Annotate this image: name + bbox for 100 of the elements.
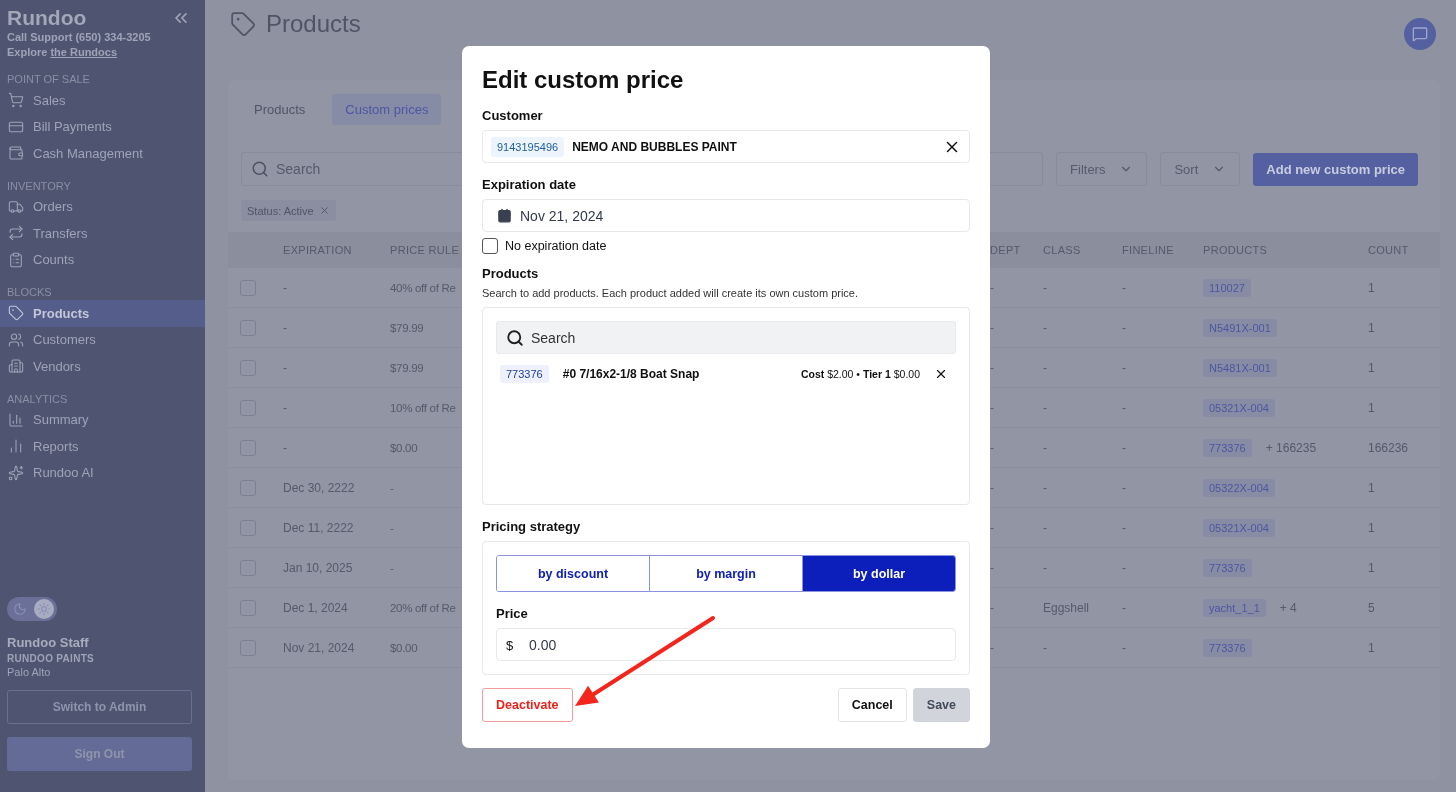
table-cell: -: [1122, 640, 1126, 655]
table-cell: Jan 10, 2025: [283, 560, 353, 575]
product-tag: yacht_1_1: [1203, 598, 1266, 617]
table-cell: -: [390, 521, 394, 534]
date-field[interactable]: Nov 21, 2024: [482, 199, 970, 232]
more-count: + 4: [1279, 600, 1297, 615]
table-cell: -: [990, 640, 994, 655]
table-cell: 5: [1368, 600, 1375, 615]
table-cell: -: [1122, 400, 1126, 415]
table-cell: -: [283, 280, 287, 295]
table-cell: 1: [1368, 280, 1375, 295]
table-cell: -: [283, 320, 287, 335]
nav-icon: [8, 92, 24, 109]
explore-text: Explore: [7, 46, 48, 58]
customer-name: NEMO AND BUBBLES PAINT: [572, 139, 738, 154]
docs-link[interactable]: the Rundocs: [50, 46, 118, 58]
add-button[interactable]: Add new custom price: [1253, 152, 1418, 186]
nav-icon: [8, 358, 24, 375]
nav-item[interactable]: Orders: [0, 193, 205, 220]
moon-icon: [13, 602, 27, 616]
table-cell: -: [990, 280, 994, 295]
theme-toggle[interactable]: [7, 597, 57, 621]
nav-icon: [8, 438, 24, 455]
nav-icon: [8, 464, 24, 481]
table-cell: 166236: [1368, 440, 1409, 455]
table-cell: -: [1043, 640, 1047, 655]
table-cell: -: [1043, 320, 1047, 335]
customer-id: 9143195496: [491, 136, 565, 157]
nav-item[interactable]: Bill Payments: [0, 113, 205, 140]
remove-icon[interactable]: [934, 367, 948, 381]
product-tag: 773376: [1203, 438, 1252, 457]
table-cell: -: [283, 440, 287, 455]
chat-button[interactable]: [1404, 18, 1436, 50]
product-tag: N5491X-001: [1203, 318, 1277, 337]
filter-chip[interactable]: Status: Active: [241, 200, 336, 221]
section-title: ANALYTICS: [6, 391, 69, 407]
switch-button[interactable]: Switch to Admin: [7, 690, 192, 724]
checkbox[interactable]: [482, 238, 498, 254]
nav-item[interactable]: Customers: [0, 326, 205, 353]
tag-icon: [230, 11, 256, 37]
table-cell: Eggshell: [1043, 600, 1090, 615]
table-cell: -: [1122, 440, 1126, 455]
brand-logo: Rundoo: [7, 6, 87, 30]
table-cell: -: [283, 400, 287, 415]
table-cell: -: [1122, 560, 1126, 575]
product-tag: 773376: [1203, 638, 1252, 657]
filters-button[interactable]: Filters: [1056, 152, 1148, 186]
table-cell: 40% off of Re: [390, 281, 456, 294]
chat-icon: [1412, 26, 1428, 42]
page-title: Products: [266, 10, 361, 38]
save-button[interactable]: Save: [912, 688, 970, 722]
table-cell: -: [990, 320, 994, 335]
product-name: #0 7/16x2-1/8 Boat Snap: [562, 367, 701, 381]
sort-button[interactable]: Sort: [1160, 152, 1241, 186]
strategy-option[interactable]: by dollar: [802, 556, 955, 591]
product-pricing: Cost $2.00 • Tier 1 $0.00: [800, 368, 920, 380]
search-icon: [506, 328, 524, 347]
product-tag: 05322X-004: [1203, 478, 1275, 497]
nav-item[interactable]: Counts: [0, 246, 205, 273]
tab[interactable]: Custom prices: [332, 94, 442, 125]
table-cell: -: [1122, 520, 1126, 535]
user-name: Rundoo Staff: [7, 635, 90, 650]
nav-item[interactable]: Cash Management: [0, 140, 205, 167]
table-cell: -: [990, 560, 994, 575]
nav-item[interactable]: Transfers: [0, 220, 205, 247]
nav-item[interactable]: Sales: [0, 87, 205, 114]
field-label: Products: [482, 266, 540, 281]
nav-item[interactable]: Rundoo AI: [0, 459, 205, 486]
nav-icon: [8, 198, 24, 215]
table-cell: -: [390, 561, 394, 574]
nav-item[interactable]: Summary: [0, 406, 205, 433]
table-cell: -: [1122, 480, 1126, 495]
date-value: Nov 21, 2024: [520, 207, 604, 224]
customer-field[interactable]: 9143195496 NEMO AND BUBBLES PAINT: [482, 130, 970, 163]
table-cell: $0.00: [390, 641, 418, 654]
deactivate-button[interactable]: Deactivate: [482, 688, 573, 722]
nav-item[interactable]: Reports: [0, 433, 205, 460]
calendar-icon: [497, 208, 512, 223]
nav-item[interactable]: Products: [0, 300, 205, 327]
support-phone: Call Support (650) 334-3205: [6, 30, 152, 45]
table-cell: -: [990, 440, 994, 455]
section-title: BLOCKS: [6, 285, 53, 300]
tab[interactable]: Products: [241, 94, 319, 125]
table-cell: -: [990, 400, 994, 415]
table-cell: -: [1122, 600, 1126, 615]
table-cell: -: [1043, 560, 1047, 575]
location-text: Palo Alto: [7, 666, 52, 678]
table-cell: -: [1043, 480, 1047, 495]
nav-item[interactable]: Vendors: [0, 353, 205, 380]
table-cell: -: [990, 520, 994, 535]
cancel-button[interactable]: Cancel: [837, 688, 907, 722]
search-icon: [251, 160, 269, 178]
table-cell: 10% off of Re: [390, 401, 456, 414]
product-tag: 05321X-004: [1203, 398, 1275, 417]
product-search-field[interactable]: Search: [496, 321, 956, 354]
nav-icon: [8, 411, 24, 428]
table-cell: 1: [1368, 320, 1375, 335]
table-cell: -: [1043, 440, 1047, 455]
table-cell: Nov 21, 2024: [283, 640, 355, 655]
product-tag: 110027: [1203, 278, 1251, 297]
